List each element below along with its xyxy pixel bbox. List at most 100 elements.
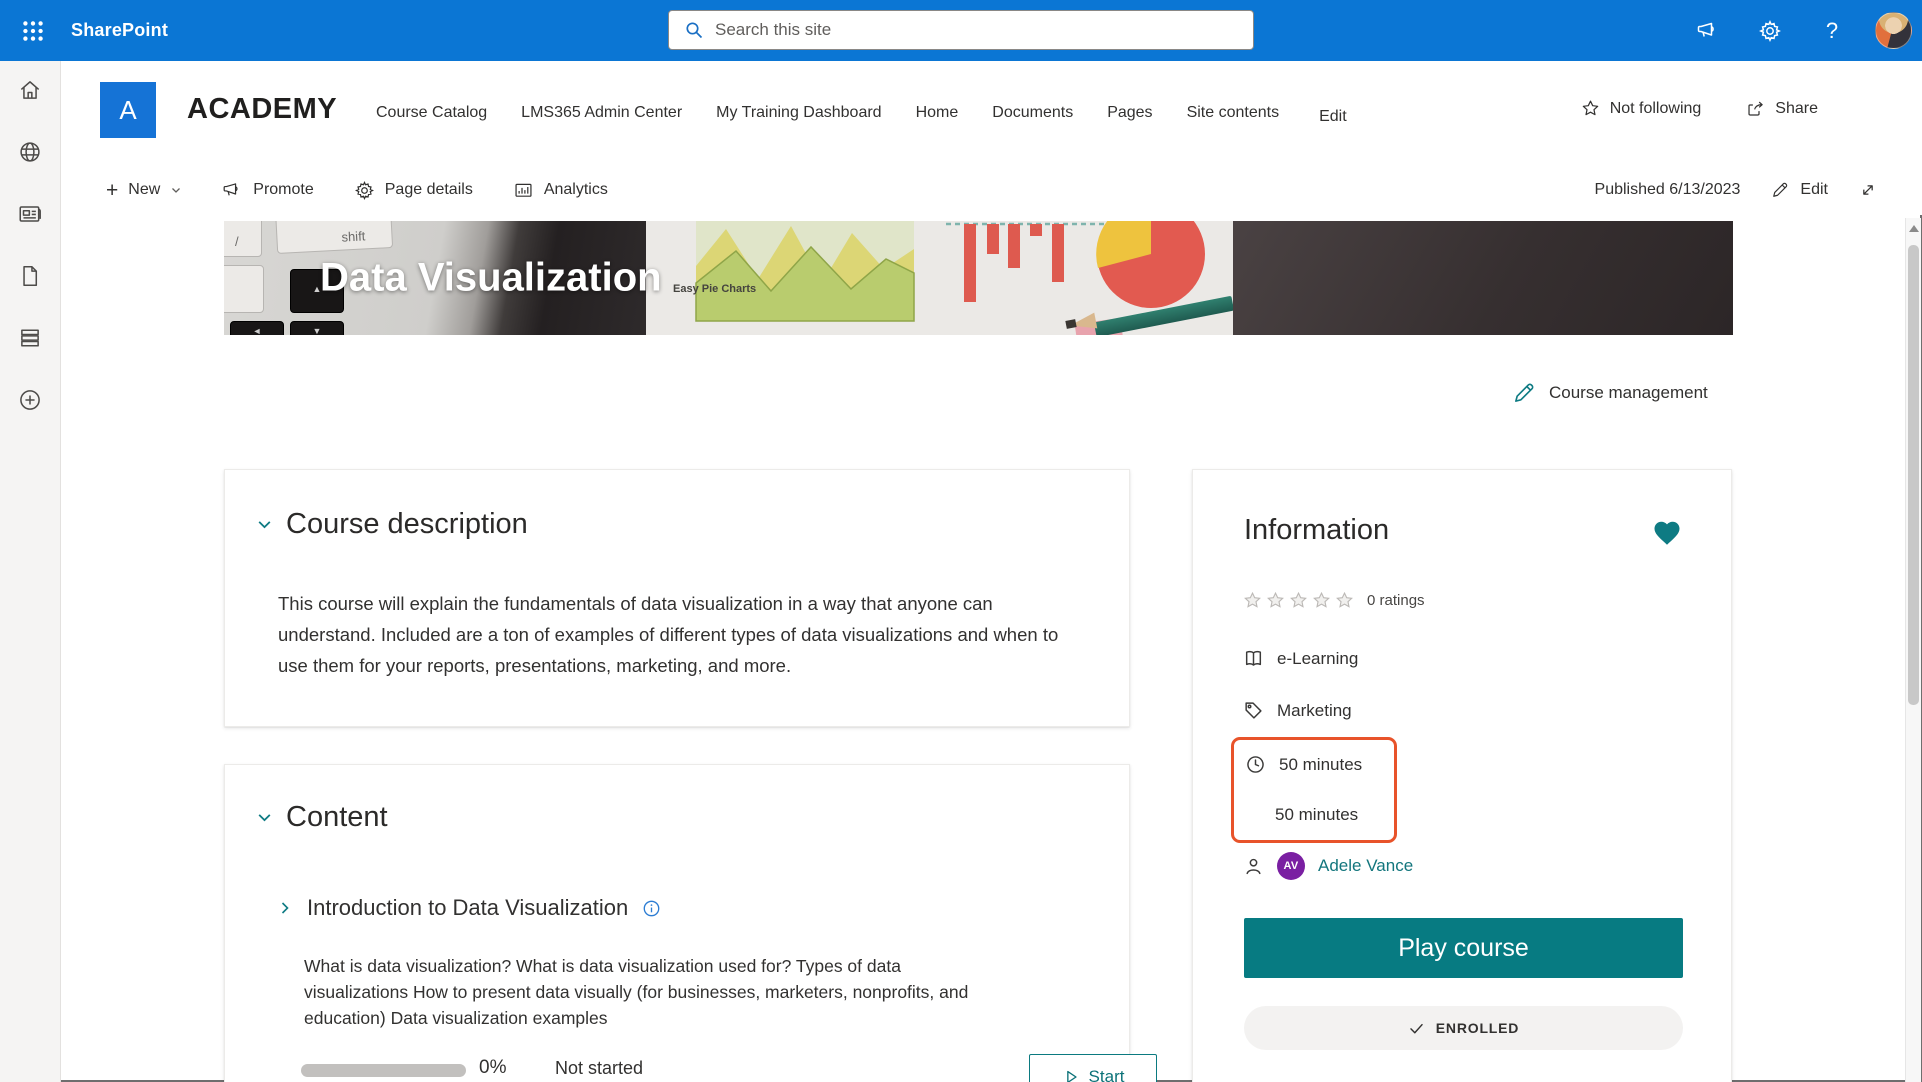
content-title: Content: [286, 801, 388, 834]
module-title: Introduction to Data Visualization: [307, 895, 628, 921]
rating-stars[interactable]: 0 ratings: [1242, 590, 1425, 611]
nav-pages[interactable]: Pages: [1107, 104, 1152, 122]
category-label: Marketing: [1277, 701, 1352, 721]
nav-lms365-admin-center[interactable]: LMS365 Admin Center: [521, 104, 682, 122]
edit-page-button[interactable]: Edit: [1770, 174, 1828, 206]
share-label: Share: [1775, 100, 1818, 118]
scrollbar-up-arrow[interactable]: [1909, 225, 1919, 232]
app-launcher-waffle-icon[interactable]: [14, 12, 52, 50]
plus-icon: +: [106, 180, 118, 201]
globe-icon[interactable]: [16, 139, 44, 165]
nav-my-training-dashboard[interactable]: My Training Dashboard: [716, 104, 881, 122]
enrolled-button[interactable]: ENROLLED: [1244, 1006, 1683, 1050]
site-navigation: Course Catalog LMS365 Admin Center My Tr…: [376, 104, 1347, 126]
course-management-link[interactable]: Course management: [1511, 380, 1708, 406]
site-title[interactable]: ACADEMY: [187, 93, 337, 126]
nav-site-contents[interactable]: Site contents: [1187, 104, 1280, 122]
new-button[interactable]: + New: [106, 174, 182, 206]
analytics-chart-icon: [513, 180, 534, 201]
pencil-icon: [1770, 180, 1790, 200]
course-description-card: Course description This course will expl…: [224, 469, 1130, 727]
star-icon: [1580, 98, 1601, 119]
hero-banner: / shift ▲ ◄ ▼ Data Visualization Eas: [224, 221, 1733, 335]
follow-button[interactable]: Not following: [1580, 98, 1702, 119]
sharepoint-brand[interactable]: SharePoint: [71, 0, 168, 61]
nav-home[interactable]: Home: [916, 104, 959, 122]
new-label: New: [128, 181, 160, 199]
promote-button[interactable]: Promote: [222, 174, 313, 206]
keyboard-key-shift: shift: [275, 221, 393, 254]
sharepoint-window: { "suite_bar": { "brand": "SharePoint", …: [0, 0, 1922, 1082]
star-icon: [1311, 590, 1332, 611]
user-avatar[interactable]: [1875, 12, 1912, 49]
search-input[interactable]: [715, 20, 1253, 40]
site-logo[interactable]: A: [100, 82, 156, 138]
content-card: Content Introduction to Data Visualizati…: [224, 764, 1130, 1082]
instructor-avatar[interactable]: AV: [1277, 852, 1305, 880]
create-plus-icon[interactable]: [16, 387, 44, 413]
keyboard-key-left: ◄: [230, 321, 284, 335]
chevron-right-icon: [277, 900, 293, 916]
page-icon[interactable]: [16, 263, 44, 289]
hero-chart-caption: Easy Pie Charts: [673, 283, 756, 295]
start-label: Start: [1089, 1067, 1125, 1082]
instructor-row: AV Adele Vance: [1243, 852, 1413, 880]
start-button[interactable]: Start: [1029, 1054, 1157, 1082]
nav-documents[interactable]: Documents: [992, 104, 1073, 122]
home-icon[interactable]: [16, 77, 44, 103]
course-type-label: e-Learning: [1277, 649, 1358, 669]
keyboard-key-down: ▼: [290, 321, 344, 335]
duration-label: 50 minutes: [1279, 755, 1362, 775]
lists-stack-icon[interactable]: [16, 325, 44, 351]
module-row[interactable]: Introduction to Data Visualization: [277, 895, 661, 921]
site-header: A ACADEMY Course Catalog LMS365 Admin Ce…: [62, 61, 1922, 165]
search-icon: [684, 20, 704, 40]
enrolled-label: ENROLLED: [1436, 1020, 1519, 1036]
duration-highlight-annotation: [1231, 737, 1397, 843]
module-description: What is data visualization? What is data…: [304, 953, 1004, 1031]
star-icon: [1265, 590, 1286, 611]
page-details-label: Page details: [385, 181, 473, 199]
follow-label: Not following: [1610, 100, 1702, 118]
share-button[interactable]: Share: [1745, 98, 1818, 119]
promote-label: Promote: [253, 181, 313, 199]
scrollbar-thumb[interactable]: [1908, 245, 1919, 705]
keyboard-key-blank: [224, 265, 264, 313]
nav-course-catalog[interactable]: Course Catalog: [376, 104, 487, 122]
analytics-label: Analytics: [544, 181, 608, 199]
heart-icon[interactable]: [1651, 518, 1683, 548]
play-course-button[interactable]: Play course: [1244, 918, 1683, 978]
edit-page-label: Edit: [1800, 181, 1828, 199]
progress-bar: [301, 1064, 466, 1077]
expand-icon[interactable]: [1858, 174, 1878, 206]
info-icon[interactable]: [642, 899, 661, 918]
content-toggle[interactable]: Content: [256, 801, 388, 834]
nav-edit[interactable]: Edit: [1319, 108, 1347, 126]
help-icon[interactable]: ?: [1813, 12, 1851, 50]
star-icon: [1242, 590, 1263, 611]
suite-bar: SharePoint ?: [0, 0, 1922, 61]
page-title: Data Visualization: [320, 256, 662, 301]
page-details-button[interactable]: Page details: [354, 174, 473, 206]
course-description-toggle[interactable]: Course description: [256, 508, 528, 541]
site-search[interactable]: [668, 10, 1254, 50]
clock-icon: [1245, 754, 1266, 775]
news-icon[interactable]: [16, 201, 44, 227]
module-progress-row: 0% Not started Start: [301, 1051, 1091, 1082]
megaphone-icon[interactable]: [1689, 12, 1727, 50]
gear-icon[interactable]: [1751, 12, 1789, 50]
progress-status: Not started: [555, 1058, 643, 1079]
hero-charts-photo: Easy Pie Charts: [646, 221, 1233, 335]
course-description-body: This course will explain the fundamental…: [278, 588, 1076, 681]
duration-secondary-label: 50 minutes: [1275, 805, 1358, 825]
person-icon: [1243, 856, 1264, 877]
analytics-button[interactable]: Analytics: [513, 174, 608, 206]
category-row: Marketing: [1243, 700, 1352, 721]
hero-dark-photo: [1233, 221, 1733, 335]
vertical-scrollbar[interactable]: [1905, 218, 1921, 1082]
gear-icon: [354, 180, 375, 201]
suite-actions: ?: [1689, 0, 1912, 61]
share-icon: [1745, 98, 1766, 119]
star-icon: [1288, 590, 1309, 611]
instructor-name-link[interactable]: Adele Vance: [1318, 856, 1413, 876]
